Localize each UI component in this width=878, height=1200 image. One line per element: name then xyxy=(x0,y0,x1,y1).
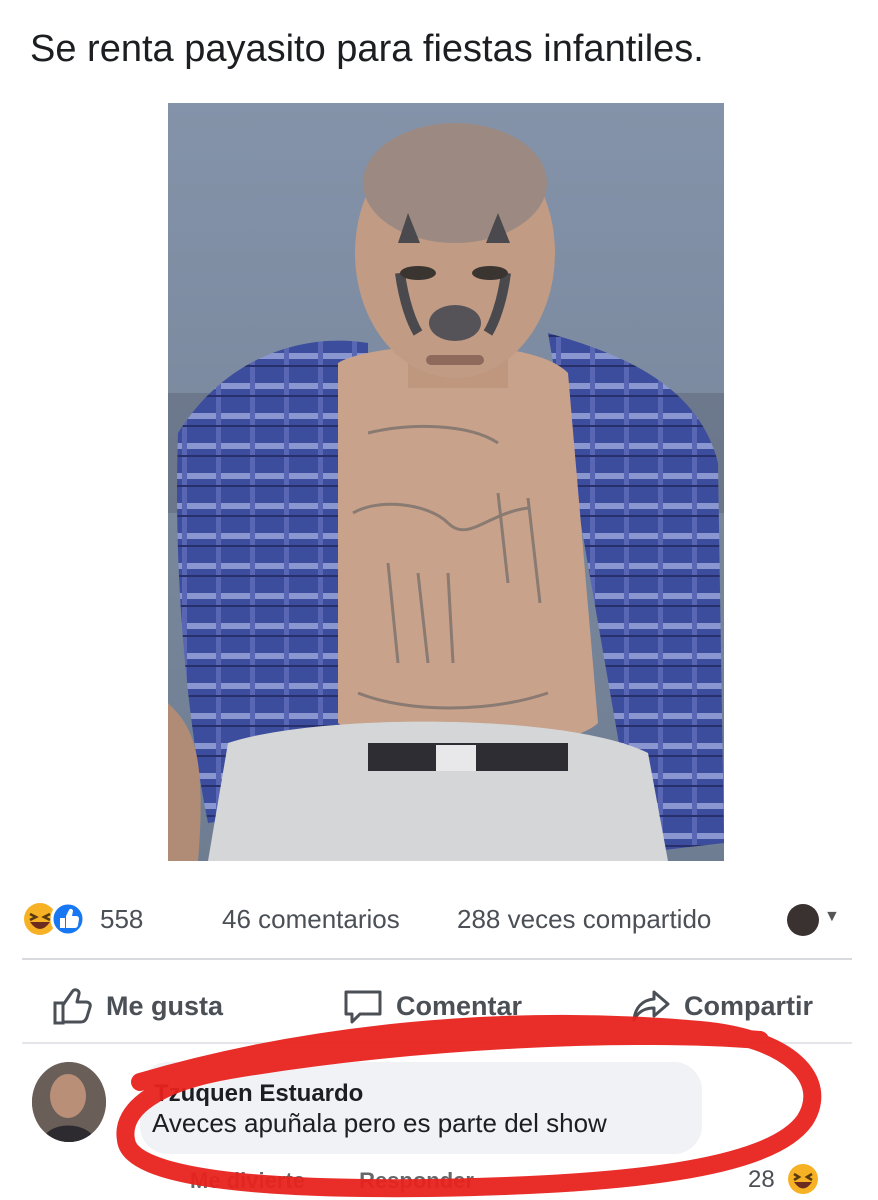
reaction-icons[interactable] xyxy=(22,900,94,938)
comment-like-link[interactable]: Me divierte xyxy=(190,1168,305,1193)
post-photo[interactable] xyxy=(168,103,724,861)
comment-reaction-count[interactable]: 28 xyxy=(748,1166,775,1194)
divider xyxy=(22,958,852,960)
laughing-face-icon xyxy=(788,1164,818,1194)
comment-bubble: Tzuquen Estuardo Aveces apuñala pero es … xyxy=(140,1062,702,1154)
comment-reply-link[interactable]: Responder xyxy=(359,1168,474,1193)
comment-sub-actions: Me divierte Responder xyxy=(190,1168,522,1194)
share-label: Compartir xyxy=(684,990,814,1021)
like-button[interactable]: Me gusta xyxy=(52,984,223,1028)
post-text: Se renta payasito para fiestas infantile… xyxy=(30,28,704,70)
comment-button[interactable]: Comentar xyxy=(342,984,522,1028)
shares-count[interactable]: 288 veces compartido xyxy=(457,904,711,935)
comments-count[interactable]: 46 comentarios xyxy=(222,904,400,935)
divider xyxy=(22,1042,852,1044)
tattooed-man-photo xyxy=(168,103,724,861)
comment-author[interactable]: Tzuquen Estuardo xyxy=(154,1080,363,1108)
share-button[interactable]: Compartir xyxy=(630,984,813,1028)
commenter-avatar[interactable] xyxy=(32,1062,106,1142)
post-actions-bar: Me gusta Comentar Compartir xyxy=(0,972,878,1032)
thumbs-up-outline-icon xyxy=(53,988,92,1025)
viewer-avatar[interactable] xyxy=(787,904,819,936)
speech-bubble-icon xyxy=(344,990,382,1024)
share-arrow-icon xyxy=(632,990,670,1022)
comment-text: Aveces apuñala pero es parte del show xyxy=(152,1108,607,1138)
thumbs-up-icon xyxy=(50,901,86,937)
chevron-down-icon[interactable]: ▼ xyxy=(824,908,840,926)
reaction-count[interactable]: 558 xyxy=(100,904,143,935)
comment-label: Comentar xyxy=(396,990,523,1021)
post-stats-bar: 558 46 comentarios 288 veces compartido … xyxy=(22,898,852,940)
like-label: Me gusta xyxy=(106,990,224,1021)
